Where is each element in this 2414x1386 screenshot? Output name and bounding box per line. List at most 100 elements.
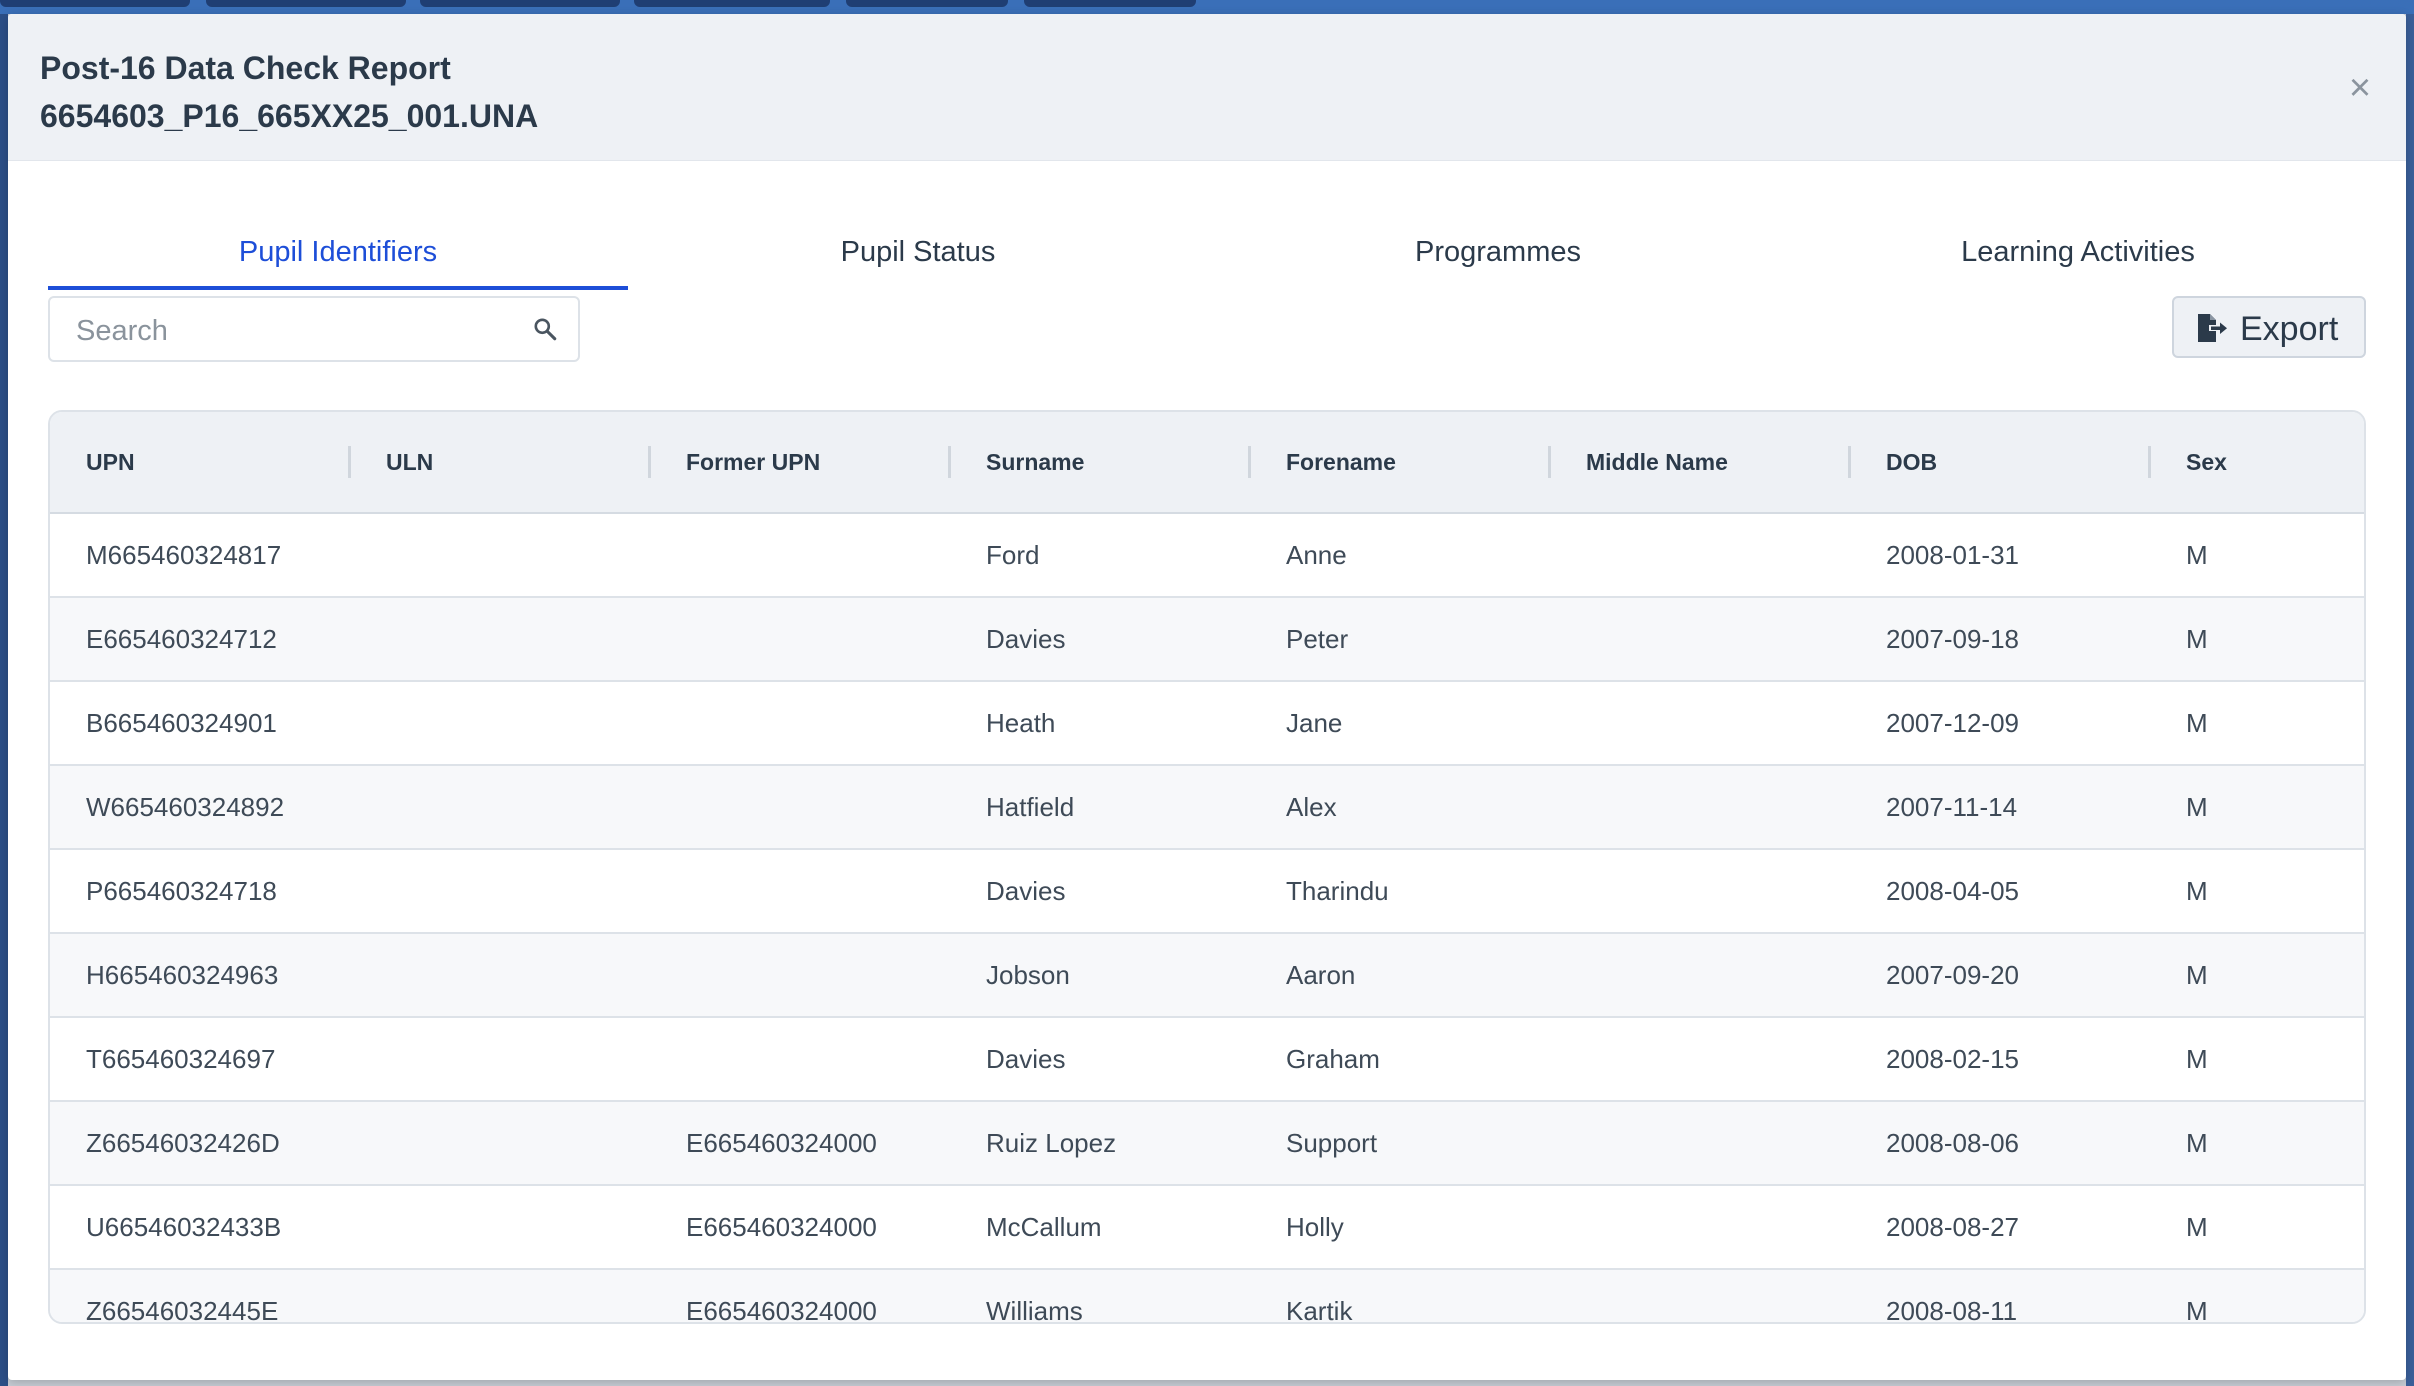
export-button[interactable]: Export <box>2172 296 2366 358</box>
search-icon[interactable] <box>532 316 558 342</box>
table-row[interactable]: Z66546032426D E665460324000 Ruiz Lopez Supp… <box>50 1102 2364 1186</box>
cell-forename: Kartik <box>1286 1296 1353 1324</box>
pupil-identifiers-table: UPN ULN Former UPN Surname Forename Midd… <box>48 410 2366 1324</box>
modal-title: Post-16 Data Check Report 6654603_P16_66… <box>40 44 538 140</box>
cell-surname: Ford <box>986 540 1040 570</box>
cell-forename: Support <box>1286 1128 1378 1158</box>
cell-dob: 2007-09-18 <box>1886 624 2019 654</box>
cell-sex: M <box>2186 1212 2208 1242</box>
cell-sex: M <box>2186 960 2208 990</box>
tab-pupil-status[interactable]: Pupil Status <box>628 210 1208 290</box>
cell-dob: 2007-11-14 <box>1886 792 2018 822</box>
cell-surname: Hatfield <box>986 792 1075 822</box>
tab-pupil-identifiers[interactable]: Pupil Identifiers <box>48 210 628 290</box>
cell-forename: Holly <box>1286 1212 1344 1242</box>
cell-surname: McCallum <box>986 1212 1102 1242</box>
background-tab <box>846 0 1008 7</box>
column-resize-handle[interactable] <box>648 446 651 478</box>
column-resize-handle[interactable] <box>348 446 351 478</box>
table-row[interactable]: B665460324901 Heath Jane 2007-12-09 M <box>50 682 2364 766</box>
cell-upn: W665460324892 <box>86 792 285 822</box>
cell-forename: Graham <box>1286 1044 1380 1074</box>
cell-former-upn: E665460324000 <box>686 1128 877 1158</box>
column-resize-handle[interactable] <box>1848 446 1851 478</box>
cell-forename: Aaron <box>1286 960 1356 990</box>
search-input[interactable] <box>74 310 498 352</box>
column-header-forename[interactable]: Forename <box>1286 412 1396 512</box>
column-header-upn[interactable]: UPN <box>86 412 135 512</box>
cell-upn: Z66546032445E <box>86 1296 279 1324</box>
cell-forename: Peter <box>1286 624 1349 654</box>
column-header-surname[interactable]: Surname <box>986 412 1084 512</box>
cell-surname: Ruiz Lopez <box>986 1128 1117 1158</box>
cell-sex: M <box>2186 624 2208 654</box>
table-row[interactable]: M665460324817 Ford Anne 2008-01-31 M <box>50 514 2364 598</box>
table-row[interactable]: U66546032433B E665460324000 McCallum Holly 2… <box>50 1186 2364 1270</box>
cell-sex: M <box>2186 1044 2208 1074</box>
search-box <box>48 296 580 362</box>
cell-sex: M <box>2186 540 2208 570</box>
cell-sex: M <box>2186 1128 2208 1158</box>
column-header-sex[interactable]: Sex <box>2186 412 2227 512</box>
cell-dob: 2007-09-20 <box>1886 960 2019 990</box>
table-row[interactable]: W665460324892 Hatfield Alex 2007-11-14 M <box>50 766 2364 850</box>
cell-forename: Anne <box>1286 540 1347 570</box>
column-resize-handle[interactable] <box>948 446 951 478</box>
cell-former-upn: E665460324000 <box>686 1296 877 1324</box>
cell-upn: H665460324963 <box>86 960 279 990</box>
cell-surname: Davies <box>986 624 1066 654</box>
background-top-bar <box>0 0 2414 14</box>
cell-forename: Tharindu <box>1286 876 1389 906</box>
column-resize-handle[interactable] <box>1548 446 1551 478</box>
table-header: UPN ULN Former UPN Surname Forename Midd… <box>50 412 2364 514</box>
tab-learning-activities[interactable]: Learning Activities <box>1788 210 2368 290</box>
cell-upn: M665460324817 <box>86 540 282 570</box>
cell-upn: P665460324718 <box>86 876 277 906</box>
tab-programmes[interactable]: Programmes <box>1208 210 1788 290</box>
background-tab <box>1024 0 1196 7</box>
report-tabs: Pupil Identifiers Pupil Status Programme… <box>48 210 2368 290</box>
cell-dob: 2008-08-11 <box>1886 1296 2018 1324</box>
column-resize-handle[interactable] <box>1248 446 1251 478</box>
cell-forename: Jane <box>1286 708 1343 738</box>
column-header-middle-name[interactable]: Middle Name <box>1586 412 1728 512</box>
table-row[interactable]: H665460324963 Jobson Aaron 2007-09-20 M <box>50 934 2364 1018</box>
cell-surname: Jobson <box>986 960 1070 990</box>
data-check-report-modal: Post-16 Data Check Report 6654603_P16_66… <box>8 14 2406 1380</box>
table-row[interactable]: P665460324718 Davies Tharindu 2008-04-05 M <box>50 850 2364 934</box>
modal-title-file-name: 6654603_P16_665XX25_001.UNA <box>40 98 539 134</box>
close-icon[interactable]: × <box>2344 69 2376 107</box>
background-right-strip <box>2406 14 2414 1386</box>
cell-sex: M <box>2186 792 2208 822</box>
cell-upn: Z66546032426D <box>86 1128 280 1158</box>
table-row[interactable]: T665460324697 Davies Graham 2008-02-15 M <box>50 1018 2364 1102</box>
export-button-label: Export <box>2240 310 2339 348</box>
cell-dob: 2008-02-15 <box>1886 1044 2019 1074</box>
cell-former-upn: E665460324000 <box>686 1212 877 1242</box>
table-row[interactable]: E665460324712 Davies Peter 2007-09-18 M <box>50 598 2364 682</box>
table-row[interactable]: Z66546032445E E665460324000 Williams Kartik… <box>50 1270 2364 1324</box>
column-header-dob[interactable]: DOB <box>1886 412 1937 512</box>
background-left-strip <box>0 14 8 1386</box>
cell-surname: Heath <box>986 708 1056 738</box>
cell-dob: 2008-04-05 <box>1886 876 2019 906</box>
background-tab <box>634 0 830 7</box>
cell-upn: E665460324712 <box>86 624 277 654</box>
column-header-former-upn[interactable]: Former UPN <box>686 412 820 512</box>
cell-upn: B665460324901 <box>86 708 277 738</box>
file-export-icon <box>2198 314 2227 342</box>
background-tab <box>420 0 620 7</box>
cell-dob: 2008-01-31 <box>1886 540 2019 570</box>
column-resize-handle[interactable] <box>2148 446 2151 478</box>
cell-dob: 2007-12-09 <box>1886 708 2019 738</box>
cell-sex: M <box>2186 876 2208 906</box>
cell-sex: M <box>2186 1296 2208 1324</box>
cell-upn: U66546032433B <box>86 1212 282 1242</box>
cell-upn: T665460324697 <box>86 1044 276 1074</box>
modal-title-report-name: Post-16 Data Check Report <box>40 50 451 86</box>
column-header-uln[interactable]: ULN <box>386 412 433 512</box>
cell-surname: Davies <box>986 876 1066 906</box>
background-tab <box>206 0 406 7</box>
cell-forename: Alex <box>1286 792 1337 822</box>
cell-surname: Williams <box>986 1296 1083 1324</box>
